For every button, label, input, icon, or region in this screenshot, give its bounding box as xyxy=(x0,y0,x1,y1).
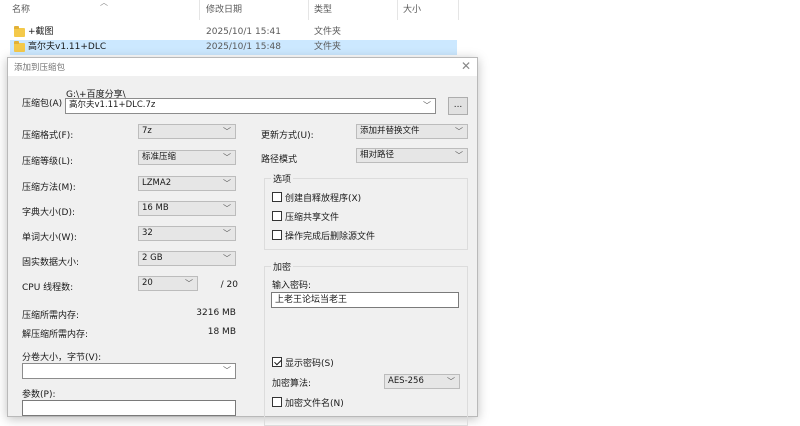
method-select[interactable]: LZMA2 ﹀ xyxy=(138,176,236,191)
method-label: 压缩方法(M): xyxy=(22,183,76,193)
shared-files-label: 压缩共享文件 xyxy=(285,213,340,223)
word-select[interactable]: 32 ﹀ xyxy=(138,226,236,241)
file-row[interactable]: +截图 2025/10/1 15:41 文件夹 xyxy=(10,25,457,40)
folder-icon xyxy=(14,26,25,37)
options-title: 选项 xyxy=(271,172,294,185)
encryption-method-label: 加密算法: xyxy=(272,379,312,389)
update-mode-value: 添加并替换文件 xyxy=(360,126,420,136)
mem-compress-label: 压缩所需内存: xyxy=(22,311,80,321)
chevron-down-icon[interactable]: ﹀ xyxy=(423,99,431,112)
column-separator[interactable] xyxy=(308,0,309,20)
path-mode-select[interactable]: 相对路径 ﹀ xyxy=(356,148,468,163)
level-label: 压缩等级(L): xyxy=(22,157,74,167)
dict-value: 16 MB xyxy=(142,203,169,213)
dict-label: 字典大小(D): xyxy=(22,208,75,218)
password-input[interactable]: 上老王论坛当老王 xyxy=(271,292,459,308)
file-name: 高尔夫v1.11+DLC xyxy=(28,42,107,52)
file-type: 文件夹 xyxy=(314,27,342,37)
file-date: 2025/10/1 15:48 xyxy=(206,42,281,52)
chevron-down-icon: ﹀ xyxy=(455,127,463,136)
threads-value: 20 xyxy=(142,278,153,288)
encrypt-names-label: 加密文件名(N) xyxy=(285,399,344,409)
chevron-down-icon: ﹀ xyxy=(223,153,231,162)
format-select[interactable]: 7z ﹀ xyxy=(138,124,236,139)
add-to-archive-dialog: 添加到压缩包 ✕ 压缩包(A) G:\+百度分享\ 高尔夫v1.11+DLC.7… xyxy=(7,57,478,426)
shared-files-checkbox[interactable] xyxy=(272,211,282,221)
chevron-down-icon: ﹀ xyxy=(185,279,193,288)
sort-ascending-icon[interactable]: ︿ xyxy=(100,0,108,8)
file-row-selected[interactable]: 高尔夫v1.11+DLC 2025/10/1 15:48 文件夹 xyxy=(10,40,457,55)
archive-label: 压缩包(A) xyxy=(22,99,63,109)
volume-label: 分卷大小，字节(V): xyxy=(22,353,102,363)
column-header-date[interactable]: 修改日期 xyxy=(206,0,242,20)
volume-combo[interactable]: ﹀ xyxy=(22,363,236,379)
format-value: 7z xyxy=(142,126,152,136)
mem-decompress-value: 18 MB xyxy=(207,327,236,337)
chevron-down-icon: ﹀ xyxy=(223,204,231,213)
params-label: 参数(P): xyxy=(22,390,56,400)
chevron-down-icon: ﹀ xyxy=(447,377,455,386)
column-separator[interactable] xyxy=(458,0,459,20)
encrypt-names-checkbox[interactable] xyxy=(272,397,282,407)
sfx-label: 创建自释放程序(X) xyxy=(285,194,362,204)
encryption-title: 加密 xyxy=(271,260,294,273)
show-password-label: 显示密码(S) xyxy=(285,359,334,369)
params-input[interactable] xyxy=(22,400,236,416)
column-separator[interactable] xyxy=(199,0,200,20)
mem-compress-value: 3216 MB xyxy=(196,308,236,318)
encryption-method-select[interactable]: AES-256 ﹀ xyxy=(384,374,460,389)
sfx-checkbox[interactable] xyxy=(272,192,282,202)
column-header-name[interactable]: 名称 xyxy=(12,0,30,20)
threads-max: / 20 xyxy=(220,280,238,290)
file-date: 2025/10/1 15:41 xyxy=(206,27,281,37)
mem-decompress-label: 解压缩所需内存: xyxy=(22,330,89,340)
delete-after-label: 操作完成后删除源文件 xyxy=(285,232,376,242)
password-label: 输入密码: xyxy=(272,281,312,291)
chevron-down-icon: ﹀ xyxy=(223,254,231,263)
dict-select[interactable]: 16 MB ﹀ xyxy=(138,201,236,216)
solid-select[interactable]: 2 GB ﹀ xyxy=(138,251,236,266)
archive-filename-combo[interactable]: 高尔夫v1.11+DLC.7z ﹀ xyxy=(65,98,436,114)
update-mode-select[interactable]: 添加并替换文件 ﹀ xyxy=(356,124,468,139)
column-separator[interactable] xyxy=(397,0,398,20)
level-value: 标准压缩 xyxy=(142,152,177,162)
folder-icon xyxy=(14,41,25,52)
method-value: LZMA2 xyxy=(142,178,172,188)
file-name: +截图 xyxy=(28,27,54,37)
browse-button[interactable]: ... xyxy=(448,97,468,115)
archive-filename: 高尔夫v1.11+DLC.7z xyxy=(69,100,156,110)
close-icon[interactable]: ✕ xyxy=(461,59,471,73)
level-select[interactable]: 标准压缩 ﹀ xyxy=(138,150,236,165)
chevron-down-icon: ﹀ xyxy=(455,151,463,160)
threads-label: CPU 线程数: xyxy=(22,283,74,293)
encryption-method-value: AES-256 xyxy=(388,376,424,386)
solid-label: 固实数据大小: xyxy=(22,258,80,268)
chevron-down-icon: ﹀ xyxy=(223,127,231,136)
file-type: 文件夹 xyxy=(314,42,342,52)
dialog-title: 添加到压缩包 xyxy=(14,63,66,73)
column-header-size[interactable]: 大小 xyxy=(403,0,421,20)
path-mode-value: 相对路径 xyxy=(360,150,395,160)
solid-value: 2 GB xyxy=(142,253,163,263)
chevron-down-icon: ﹀ xyxy=(223,229,231,238)
show-password-checkbox[interactable] xyxy=(272,357,282,367)
chevron-down-icon: ﹀ xyxy=(223,366,231,375)
column-header-type[interactable]: 类型 xyxy=(314,0,332,20)
format-label: 压缩格式(F): xyxy=(22,131,74,141)
path-mode-label: 路径模式 xyxy=(261,155,298,165)
word-value: 32 xyxy=(142,228,153,238)
delete-after-checkbox[interactable] xyxy=(272,230,282,240)
threads-select[interactable]: 20 ﹀ xyxy=(138,276,198,291)
update-mode-label: 更新方式(U): xyxy=(261,131,314,141)
chevron-down-icon: ﹀ xyxy=(223,179,231,188)
word-label: 单词大小(W): xyxy=(22,233,77,243)
dialog-titlebar[interactable]: 添加到压缩包 ✕ xyxy=(8,58,477,76)
